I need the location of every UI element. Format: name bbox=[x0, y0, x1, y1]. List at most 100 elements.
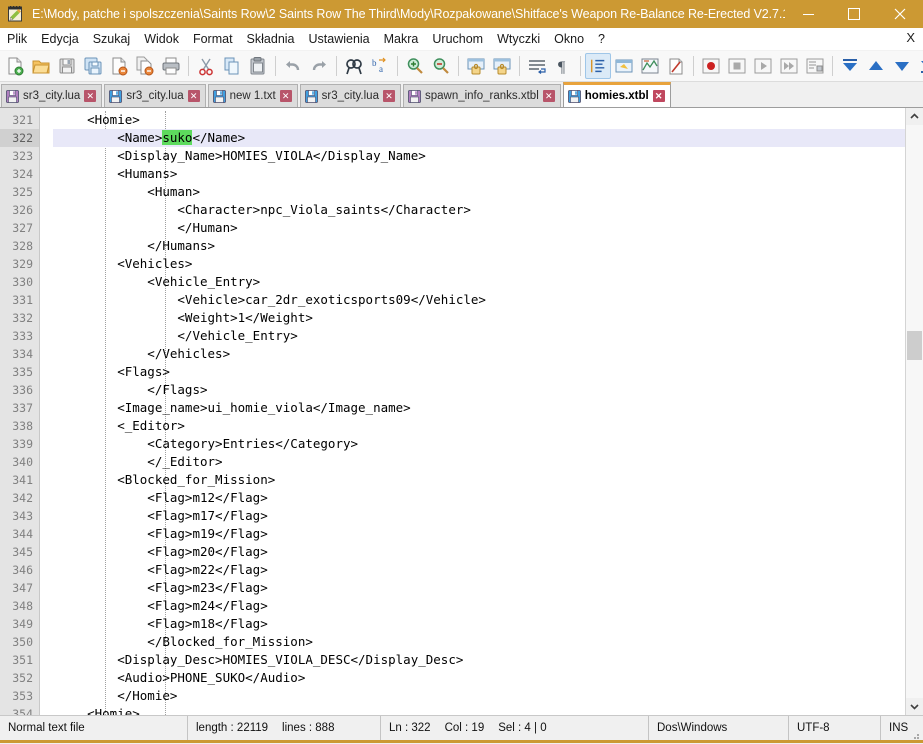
cut-icon[interactable] bbox=[193, 53, 219, 79]
resize-grip[interactable] bbox=[909, 729, 921, 741]
menu-widok[interactable]: Widok bbox=[137, 30, 186, 48]
maximize-button[interactable] bbox=[831, 0, 877, 28]
code-line[interactable]: </_Editor> bbox=[53, 453, 905, 471]
menu-wtyczki[interactable]: Wtyczki bbox=[490, 30, 547, 48]
code-line[interactable]: <Image_name>ui_homie_viola</Image_name> bbox=[53, 399, 905, 417]
code-line[interactable]: <Category>Entries</Category> bbox=[53, 435, 905, 453]
scroll-up-button[interactable] bbox=[906, 108, 923, 125]
minimize-button[interactable] bbox=[785, 0, 831, 28]
save-icon[interactable] bbox=[54, 53, 80, 79]
scroll-down-button[interactable] bbox=[906, 698, 923, 715]
sync-vertical-scroll-icon[interactable] bbox=[463, 53, 489, 79]
document-tab[interactable]: homies.xtbl ✕ bbox=[562, 82, 671, 107]
document-tab[interactable]: sr3_city.lua ✕ bbox=[1, 84, 103, 107]
code-line[interactable]: <Homie> bbox=[53, 705, 905, 715]
code-line[interactable]: <Flag>m17</Flag> bbox=[53, 507, 905, 525]
code-line[interactable]: <Vehicle_Entry> bbox=[53, 273, 905, 291]
menu-help[interactable]: ? bbox=[591, 30, 612, 48]
next-bookmark-bottom-icon[interactable] bbox=[915, 53, 923, 79]
code-line[interactable]: <Flags> bbox=[53, 363, 905, 381]
code-line[interactable]: <Flag>m18</Flag> bbox=[53, 615, 905, 633]
code-line[interactable]: <Human> bbox=[53, 183, 905, 201]
open-file-icon[interactable] bbox=[28, 53, 54, 79]
code-line[interactable]: <Character>npc_Viola_saints</Character> bbox=[53, 201, 905, 219]
code-line[interactable]: <Homie> bbox=[53, 111, 905, 129]
previous-bookmark-top-icon[interactable] bbox=[837, 53, 863, 79]
scrollbar-track[interactable] bbox=[906, 125, 923, 698]
replace-icon[interactable]: ba bbox=[367, 53, 393, 79]
code-line[interactable]: </Homie> bbox=[53, 687, 905, 705]
code-line[interactable]: <Humans> bbox=[53, 165, 905, 183]
user-defined-dialog-icon[interactable] bbox=[611, 53, 637, 79]
function-list-icon[interactable] bbox=[663, 53, 689, 79]
menu-szukaj[interactable]: Szukaj bbox=[86, 30, 138, 48]
code-line[interactable]: <Flag>m20</Flag> bbox=[53, 543, 905, 561]
code-line[interactable]: <Flag>m22</Flag> bbox=[53, 561, 905, 579]
code-line[interactable]: <Flag>m24</Flag> bbox=[53, 597, 905, 615]
word-wrap-icon[interactable] bbox=[524, 53, 550, 79]
playback-macro-icon[interactable] bbox=[750, 53, 776, 79]
tab-close-icon[interactable]: ✕ bbox=[542, 90, 555, 102]
code-line[interactable]: <Display_Name>HOMIES_VIOLA</Display_Name… bbox=[53, 147, 905, 165]
code-line[interactable]: <Audio>PHONE_SUKO</Audio> bbox=[53, 669, 905, 687]
code-line[interactable]: </Humans> bbox=[53, 237, 905, 255]
next-bookmark-icon[interactable] bbox=[889, 53, 915, 79]
code-text-area[interactable]: <Homie> <Name>suko</Name> <Display_Name>… bbox=[53, 108, 905, 715]
code-line[interactable]: </Flags> bbox=[53, 381, 905, 399]
undo-icon[interactable] bbox=[280, 53, 306, 79]
code-line[interactable]: </Human> bbox=[53, 219, 905, 237]
show-all-characters-icon[interactable]: ¶ bbox=[550, 53, 576, 79]
previous-bookmark-icon[interactable] bbox=[863, 53, 889, 79]
indent-guide-icon[interactable] bbox=[585, 53, 611, 79]
menu-edycja[interactable]: Edycja bbox=[34, 30, 86, 48]
code-line[interactable]: <Weight>1</Weight> bbox=[53, 309, 905, 327]
scrollbar-thumb[interactable] bbox=[907, 331, 922, 360]
vertical-scrollbar[interactable] bbox=[905, 108, 923, 715]
menu-ustawienia[interactable]: Ustawienia bbox=[302, 30, 377, 48]
save-all-icon[interactable] bbox=[80, 53, 106, 79]
menu-format[interactable]: Format bbox=[186, 30, 240, 48]
document-tab[interactable]: new 1.txt ✕ bbox=[207, 84, 298, 107]
code-line[interactable]: </Vehicles> bbox=[53, 345, 905, 363]
code-line[interactable]: <Blocked_for_Mission> bbox=[53, 471, 905, 489]
code-line[interactable]: </Vehicle_Entry> bbox=[53, 327, 905, 345]
tab-close-icon[interactable]: ✕ bbox=[187, 90, 200, 102]
tab-close-icon[interactable]: ✕ bbox=[652, 90, 665, 102]
document-map-icon[interactable] bbox=[637, 53, 663, 79]
code-line[interactable]: <Flag>m23</Flag> bbox=[53, 579, 905, 597]
tab-close-icon[interactable]: ✕ bbox=[84, 90, 97, 102]
code-line[interactable]: <Name>suko</Name> bbox=[53, 129, 905, 147]
print-icon[interactable] bbox=[158, 53, 184, 79]
start-record-macro-icon[interactable] bbox=[698, 53, 724, 79]
save-macro-icon[interactable] bbox=[802, 53, 828, 79]
stop-record-macro-icon[interactable] bbox=[724, 53, 750, 79]
run-macro-multiple-icon[interactable] bbox=[776, 53, 802, 79]
copy-icon[interactable] bbox=[219, 53, 245, 79]
fold-margin[interactable] bbox=[40, 108, 53, 715]
code-line[interactable]: <Flag>m12</Flag> bbox=[53, 489, 905, 507]
code-line[interactable]: <Flag>m19</Flag> bbox=[53, 525, 905, 543]
menu-skladnia[interactable]: Składnia bbox=[240, 30, 302, 48]
tab-close-icon[interactable]: ✕ bbox=[279, 90, 292, 102]
code-line[interactable]: <Vehicle>car_2dr_exoticsports09</Vehicle… bbox=[53, 291, 905, 309]
tab-close-icon[interactable]: ✕ bbox=[382, 90, 395, 102]
zoom-in-icon[interactable] bbox=[402, 53, 428, 79]
document-tab[interactable]: sr3_city.lua ✕ bbox=[299, 84, 401, 107]
close-button[interactable] bbox=[877, 0, 923, 28]
close-file-icon[interactable] bbox=[106, 53, 132, 79]
close-document-button[interactable]: X bbox=[906, 30, 915, 45]
document-tab[interactable]: spawn_info_ranks.xtbl ✕ bbox=[402, 84, 561, 107]
code-line[interactable]: <Display_Desc>HOMIES_VIOLA_DESC</Display… bbox=[53, 651, 905, 669]
new-file-icon[interactable] bbox=[2, 53, 28, 79]
paste-icon[interactable] bbox=[245, 53, 271, 79]
menu-makra[interactable]: Makra bbox=[377, 30, 426, 48]
code-line[interactable]: <_Editor> bbox=[53, 417, 905, 435]
menu-uruchom[interactable]: Uruchom bbox=[425, 30, 490, 48]
close-all-icon[interactable] bbox=[132, 53, 158, 79]
sync-horizontal-scroll-icon[interactable] bbox=[489, 53, 515, 79]
code-line[interactable]: <Vehicles> bbox=[53, 255, 905, 273]
document-tab[interactable]: sr3_city.lua ✕ bbox=[104, 84, 206, 107]
redo-icon[interactable] bbox=[306, 53, 332, 79]
menu-okno[interactable]: Okno bbox=[547, 30, 591, 48]
menu-plik[interactable]: Plik bbox=[0, 30, 34, 48]
